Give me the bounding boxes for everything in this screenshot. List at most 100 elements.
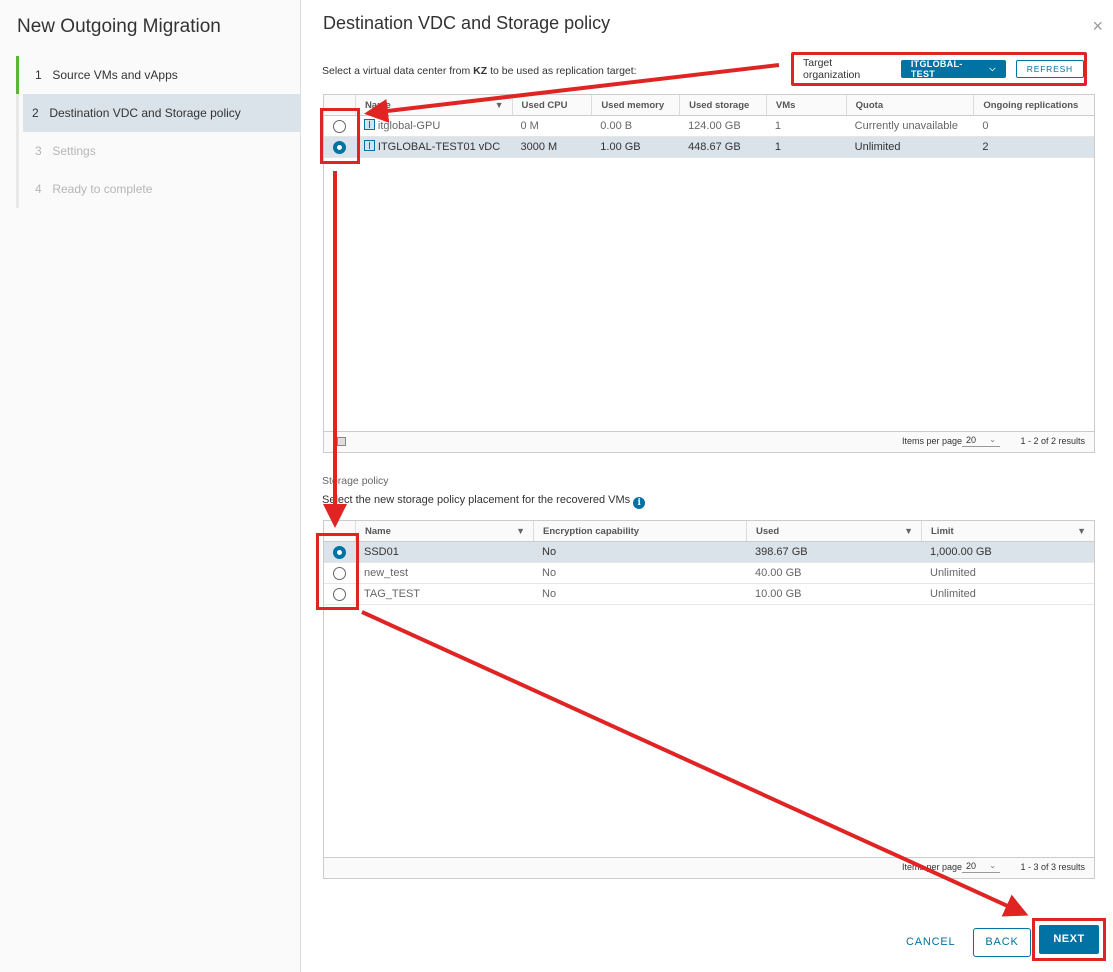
col-used-memory[interactable]: Used memory — [591, 95, 679, 115]
items-per-page-label: Items per page — [901, 862, 962, 872]
col-used[interactable]: Used ▼ — [746, 521, 921, 541]
storage-row[interactable]: SSD01 No 398.67 GB 1,000.00 GB — [324, 542, 1094, 563]
subtitle-site: KZ — [473, 65, 488, 77]
target-org-dropdown[interactable]: ITGLOBAL-TEST ⌵ — [900, 59, 1006, 79]
step-number: 2 — [32, 106, 39, 120]
step-label: Ready to complete — [52, 182, 153, 196]
storage-policy-label: Storage policy — [322, 475, 389, 487]
step-source-vms[interactable]: 1 Source VMs and vApps — [16, 56, 301, 94]
filter-icon[interactable]: ▼ — [516, 521, 525, 541]
radio-button[interactable] — [332, 119, 346, 133]
select-column — [324, 521, 355, 541]
info-icon[interactable]: i — [633, 497, 646, 509]
step-settings: 3 Settings — [19, 132, 301, 170]
radio-button[interactable] — [333, 545, 346, 559]
target-org-label: Target organization — [803, 57, 861, 81]
vdc-ongoing: 2 — [982, 141, 989, 153]
vdc-name-cell: itglobal-GPU — [355, 116, 512, 136]
col-used-cpu[interactable]: Used CPU — [511, 95, 592, 115]
vdc-grid: Name ▼ Used CPU Used memory Used storage … — [323, 94, 1095, 453]
storage-encryption: No — [542, 588, 557, 600]
subtitle-suffix: to be used as replication target: — [487, 65, 637, 77]
col-vms[interactable]: VMs — [765, 95, 846, 115]
wizard-sidebar: New Outgoing Migration 1 Source VMs and … — [0, 0, 301, 972]
step-label: Settings — [52, 144, 96, 158]
col-limit[interactable]: Limit ▼ — [921, 521, 1094, 541]
close-icon[interactable]: × — [1092, 16, 1103, 37]
col-name[interactable]: Name ▼ — [354, 95, 512, 115]
chevron-down-icon: ⌄ — [989, 435, 996, 444]
storage-limit: Unlimited — [930, 567, 976, 579]
storage-used: 40.00 GB — [755, 567, 802, 579]
next-button-highlight: NEXT — [1032, 918, 1106, 961]
radio-button[interactable] — [333, 587, 346, 601]
items-per-page-select[interactable]: 20 ⌄ — [962, 861, 1000, 873]
storage-encryption: No — [542, 567, 557, 579]
row-select[interactable] — [324, 584, 355, 604]
row-select[interactable] — [324, 116, 355, 136]
refresh-button[interactable]: REFRESH — [1015, 60, 1084, 78]
storage-name: TAG_TEST — [364, 588, 421, 600]
col-name-label: Name — [364, 100, 391, 111]
target-org-value: ITGLOBAL-TEST — [910, 59, 963, 79]
vdc-vms: 1 — [774, 141, 781, 153]
col-used-label: Used — [756, 526, 780, 537]
step-number: 1 — [35, 68, 42, 82]
storage-row[interactable]: new_test No 40.00 GB Unlimited — [324, 563, 1094, 584]
vdc-grid-header: Name ▼ Used CPU Used memory Used storage … — [324, 95, 1094, 116]
step-destination-vdc[interactable]: 2 Destination VDC and Storage policy — [23, 94, 301, 132]
col-ongoing-replications[interactable]: Ongoing replications — [973, 95, 1094, 115]
vdc-grid-footer: Items per page 20 ⌄ 1 - 2 of 2 results — [324, 431, 1094, 452]
storage-grid-footer: Items per page 20 ⌄ 1 - 3 of 3 results — [324, 857, 1094, 878]
row-select[interactable] — [324, 542, 355, 562]
page-title: Destination VDC and Storage policy — [323, 13, 611, 33]
target-organization-group: Target organization ITGLOBAL-TEST ⌵ REFR… — [791, 52, 1087, 86]
back-button[interactable]: BACK — [973, 928, 1031, 957]
items-per-page-select[interactable]: 20 ⌄ — [962, 435, 1000, 447]
filter-icon[interactable]: ▼ — [495, 95, 504, 115]
results-count: 1 - 3 of 3 results — [1020, 862, 1085, 872]
storage-name: SSD01 — [364, 546, 399, 558]
vdc-row[interactable]: ITGLOBAL-TEST01 vDC 3000 M 1.00 GB 448.6… — [324, 137, 1094, 158]
step-ready: 4 Ready to complete — [19, 170, 301, 208]
col-name[interactable]: Name ▼ — [355, 521, 533, 541]
next-button[interactable]: NEXT — [1039, 925, 1099, 954]
filter-icon[interactable]: ▼ — [1077, 521, 1086, 541]
radio-button[interactable] — [332, 140, 346, 154]
vdc-cpu: 3000 M — [520, 141, 558, 153]
col-quota[interactable]: Quota — [845, 95, 974, 115]
vdc-quota: Unlimited — [854, 141, 901, 153]
subtitle-prefix: Select a virtual data center from — [322, 65, 474, 77]
vdc-quota: Currently unavailable — [854, 120, 958, 132]
wizard-content: Destination VDC and Storage policy × Sel… — [301, 0, 1113, 972]
storage-limit: Unlimited — [930, 588, 976, 600]
col-used-storage[interactable]: Used storage — [679, 95, 766, 115]
storage-used: 398.67 GB — [755, 546, 808, 558]
vdc-row[interactable]: itglobal-GPU 0 M 0.00 B 124.00 GB 1 Curr… — [324, 116, 1094, 137]
storage-name: new_test — [364, 567, 409, 579]
chevron-down-icon: ⌄ — [989, 861, 996, 870]
col-limit-label: Limit — [931, 526, 954, 537]
wizard-steps: 1 Source VMs and vApps 2 Destination VDC… — [16, 56, 301, 208]
vdc-storage: 124.00 GB — [688, 120, 741, 132]
vdc-ongoing: 0 — [982, 120, 989, 132]
step-label: Source VMs and vApps — [52, 68, 178, 82]
column-toggle-icon[interactable] — [337, 437, 346, 446]
vdc-memory: 1.00 GB — [600, 141, 641, 153]
col-encryption[interactable]: Encryption capability — [533, 521, 746, 541]
storage-desc-text: Select the new storage policy placement … — [322, 494, 631, 506]
storage-encryption: No — [542, 546, 557, 558]
items-per-page-value: 20 — [966, 435, 977, 445]
vdc-instructions: Select a virtual data center from KZ to … — [322, 65, 637, 77]
filter-icon[interactable]: ▼ — [904, 521, 913, 541]
row-select[interactable] — [324, 563, 355, 583]
step-label: Destination VDC and Storage policy — [49, 106, 241, 120]
radio-button[interactable] — [333, 566, 346, 580]
storage-used: 10.00 GB — [755, 588, 802, 600]
storage-row[interactable]: TAG_TEST No 10.00 GB Unlimited — [324, 584, 1094, 605]
wizard-title: New Outgoing Migration — [17, 16, 221, 37]
cancel-button[interactable]: CANCEL — [906, 928, 955, 956]
select-column — [324, 95, 355, 115]
storage-policy-grid: Name ▼ Encryption capability Used ▼ Limit ▼… — [323, 520, 1095, 879]
row-select[interactable] — [324, 137, 355, 157]
